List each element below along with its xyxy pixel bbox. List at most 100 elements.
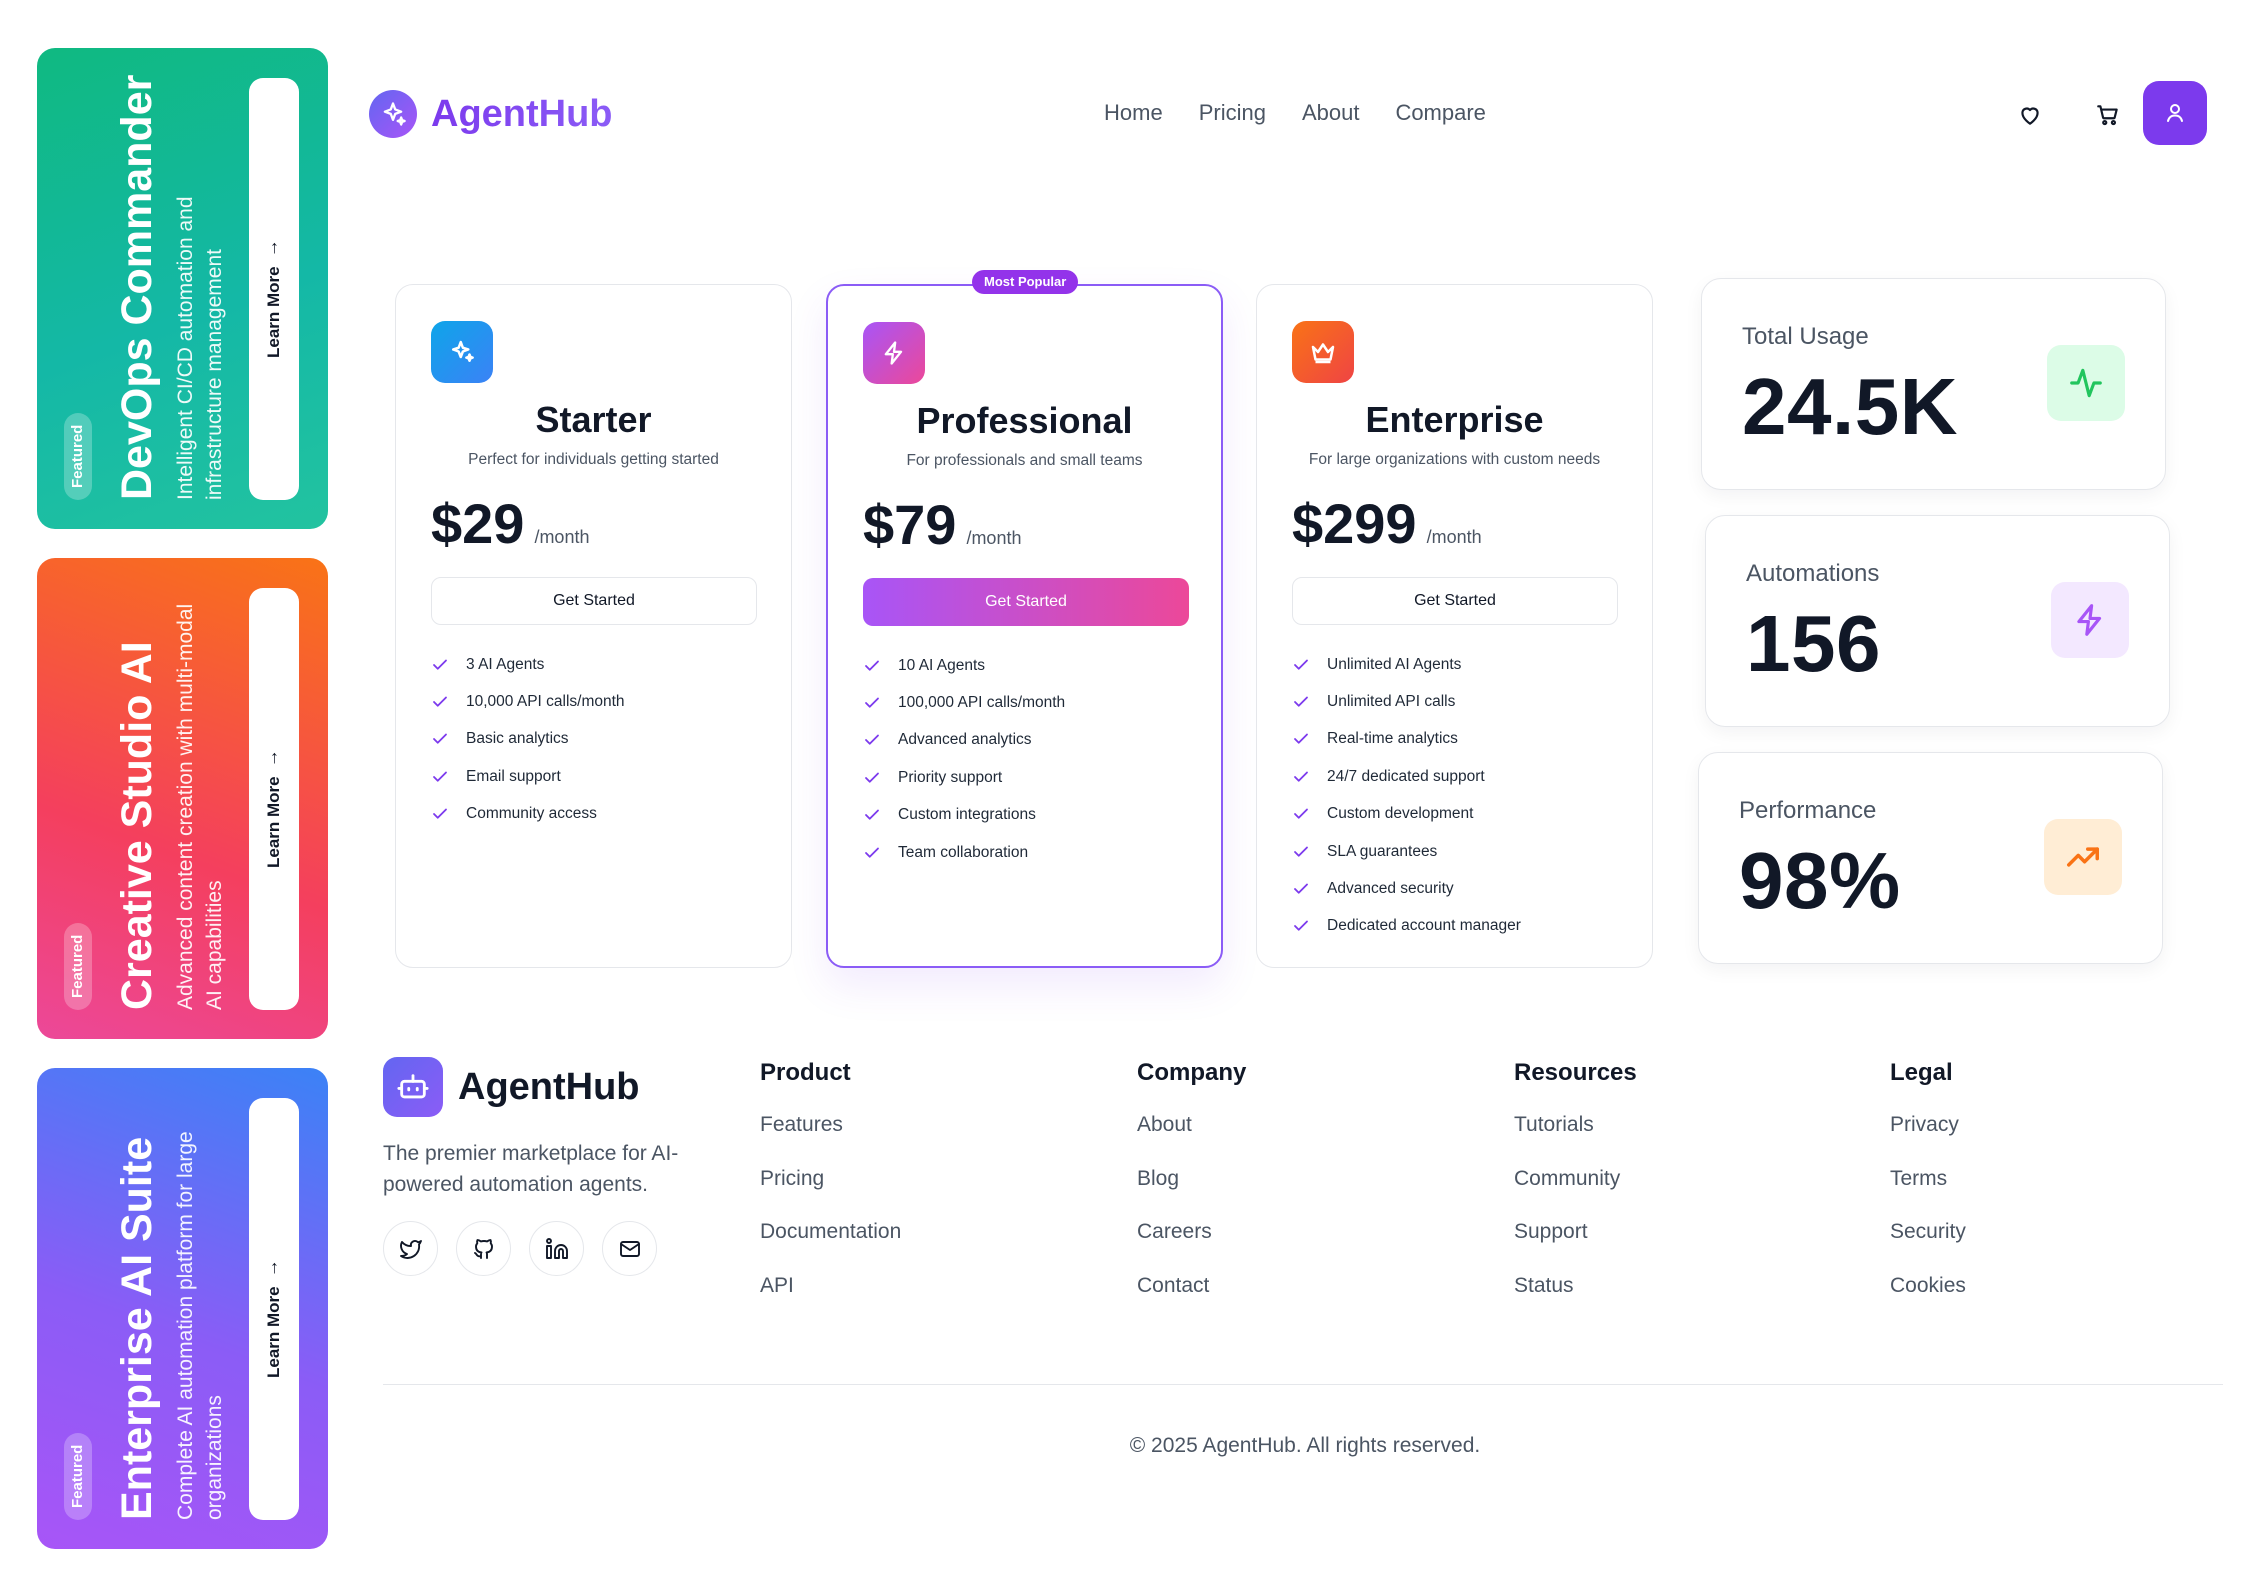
logo-text: AgentHub bbox=[431, 92, 613, 135]
user-menu-button[interactable] bbox=[2143, 81, 2207, 145]
featured-card-enterprise[interactable]: Featured Enterprise AI Suite Complete AI… bbox=[37, 1068, 328, 1549]
check-icon bbox=[1292, 805, 1310, 823]
price-period: /month bbox=[534, 527, 590, 547]
check-icon bbox=[431, 805, 449, 823]
footer-link[interactable]: Security bbox=[1890, 1220, 1966, 1274]
plan-price: $79 /month bbox=[863, 492, 1021, 557]
get-started-button[interactable]: Get Started bbox=[431, 577, 757, 625]
brand-logo[interactable]: AgentHub bbox=[369, 90, 613, 138]
footer-link[interactable]: Pricing bbox=[760, 1167, 901, 1221]
stat-value: 156 bbox=[1746, 599, 1881, 688]
heart-icon[interactable] bbox=[2013, 98, 2047, 132]
footer-link[interactable]: Support bbox=[1514, 1220, 1637, 1274]
price-period: /month bbox=[1426, 527, 1482, 547]
footer-link[interactable]: Privacy bbox=[1890, 1113, 1966, 1167]
stat-label: Performance bbox=[1739, 797, 1877, 824]
trending-up-icon bbox=[2044, 819, 2122, 895]
feature-list: Unlimited AI Agents Unlimited API calls … bbox=[1292, 646, 1521, 945]
plan-price: $299 /month bbox=[1292, 491, 1482, 556]
check-icon bbox=[1292, 880, 1310, 898]
check-icon bbox=[431, 693, 449, 711]
footer-link[interactable]: Features bbox=[760, 1113, 901, 1167]
check-icon bbox=[863, 844, 881, 862]
footer-tagline: The premier marketplace for AI-powered a… bbox=[383, 1142, 679, 1196]
footer-link[interactable]: Tutorials bbox=[1514, 1113, 1637, 1167]
check-icon bbox=[431, 656, 449, 674]
feature-item: Team collaboration bbox=[863, 834, 1065, 871]
learn-more-button[interactable]: Learn More ↑ bbox=[249, 78, 299, 500]
feature-item: Priority support bbox=[863, 759, 1065, 796]
get-started-button[interactable]: Get Started bbox=[1292, 577, 1618, 625]
footer-link[interactable]: Status bbox=[1514, 1274, 1637, 1328]
check-icon bbox=[431, 768, 449, 786]
nav-compare[interactable]: Compare bbox=[1395, 100, 1485, 126]
main-nav: Home Pricing About Compare bbox=[1104, 100, 1486, 126]
nav-pricing[interactable]: Pricing bbox=[1199, 100, 1266, 126]
footer-link[interactable]: API bbox=[760, 1274, 901, 1328]
plan-name: Professional bbox=[916, 400, 1133, 441]
check-icon bbox=[863, 731, 881, 749]
footer-column-legal: Legal Privacy Terms Security Cookies bbox=[1890, 1059, 1966, 1327]
feature-item: Custom integrations bbox=[863, 797, 1065, 834]
check-icon bbox=[1292, 656, 1310, 674]
crown-icon bbox=[1292, 321, 1354, 383]
nav-about[interactable]: About bbox=[1302, 100, 1360, 126]
check-icon bbox=[1292, 730, 1310, 748]
stat-value: 98% bbox=[1739, 836, 1901, 925]
feature-item: 3 AI Agents bbox=[431, 646, 625, 683]
plan-subtitle: Perfect for individuals getting started bbox=[468, 451, 719, 468]
footer-link[interactable]: Careers bbox=[1137, 1220, 1246, 1274]
mail-icon[interactable] bbox=[602, 1221, 657, 1276]
feature-item: 10 AI Agents bbox=[863, 647, 1065, 684]
twitter-icon[interactable] bbox=[383, 1221, 438, 1276]
check-icon bbox=[1292, 843, 1310, 861]
check-icon bbox=[431, 730, 449, 748]
footer-column-company: Company About Blog Careers Contact bbox=[1137, 1059, 1246, 1327]
feature-list: 3 AI Agents 10,000 API calls/month Basic… bbox=[431, 646, 625, 833]
price-period: /month bbox=[966, 528, 1022, 548]
featured-description: Intelligent CI/CD automation and infrast… bbox=[174, 196, 226, 500]
arrow-right-icon: ↑ bbox=[269, 747, 279, 768]
feature-item: 24/7 dedicated support bbox=[1292, 758, 1521, 795]
footer-link[interactable]: About bbox=[1137, 1113, 1246, 1167]
pricing-card-professional: Most Popular Professional For profession… bbox=[826, 270, 1223, 968]
cart-icon[interactable] bbox=[2091, 98, 2125, 132]
feature-item: Community access bbox=[431, 796, 625, 833]
get-started-button[interactable]: Get Started bbox=[863, 578, 1189, 626]
learn-more-button[interactable]: Learn More ↑ bbox=[249, 588, 299, 1010]
feature-item: Advanced security bbox=[1292, 870, 1521, 907]
featured-title: Creative Studio AI bbox=[113, 641, 161, 1010]
footer-brand[interactable]: AgentHub bbox=[383, 1057, 640, 1117]
featured-title: DevOps Commander bbox=[113, 74, 161, 500]
plan-subtitle: For professionals and small teams bbox=[906, 452, 1143, 469]
linkedin-icon[interactable] bbox=[529, 1221, 584, 1276]
footer-divider bbox=[383, 1384, 2223, 1385]
footer-column-title: Legal bbox=[1890, 1059, 1953, 1086]
github-icon[interactable] bbox=[456, 1221, 511, 1276]
footer-link[interactable]: Documentation bbox=[760, 1220, 901, 1274]
feature-item: SLA guarantees bbox=[1292, 833, 1521, 870]
feature-item: Dedicated account manager bbox=[1292, 908, 1521, 945]
plan-subtitle: For large organizations with custom need… bbox=[1308, 451, 1601, 468]
footer-link[interactable]: Blog bbox=[1137, 1167, 1246, 1221]
feature-item: Advanced analytics bbox=[863, 722, 1065, 759]
learn-more-label: Learn More bbox=[264, 266, 283, 358]
feature-item: Email support bbox=[431, 758, 625, 795]
feature-item: Unlimited API calls bbox=[1292, 683, 1521, 720]
featured-card-devops[interactable]: Featured DevOps Commander Intelligent CI… bbox=[37, 48, 328, 529]
arrow-right-icon: ↑ bbox=[269, 237, 279, 258]
footer-column-title: Company bbox=[1137, 1059, 1247, 1086]
footer-link[interactable]: Cookies bbox=[1890, 1274, 1966, 1328]
price-amount: $299 bbox=[1292, 492, 1417, 555]
footer-link[interactable]: Community bbox=[1514, 1167, 1637, 1221]
footer-link[interactable]: Contact bbox=[1137, 1274, 1246, 1328]
featured-card-creative[interactable]: Featured Creative Studio AI Advanced con… bbox=[37, 558, 328, 1039]
feature-item: 10,000 API calls/month bbox=[431, 683, 625, 720]
stat-label: Automations bbox=[1746, 560, 1880, 587]
featured-badge: Featured bbox=[64, 412, 92, 500]
plan-name: Enterprise bbox=[1365, 399, 1544, 440]
footer-link[interactable]: Terms bbox=[1890, 1167, 1966, 1221]
pricing-card-enterprise: Enterprise For large organizations with … bbox=[1256, 284, 1653, 968]
nav-home[interactable]: Home bbox=[1104, 100, 1163, 126]
check-icon bbox=[863, 806, 881, 824]
